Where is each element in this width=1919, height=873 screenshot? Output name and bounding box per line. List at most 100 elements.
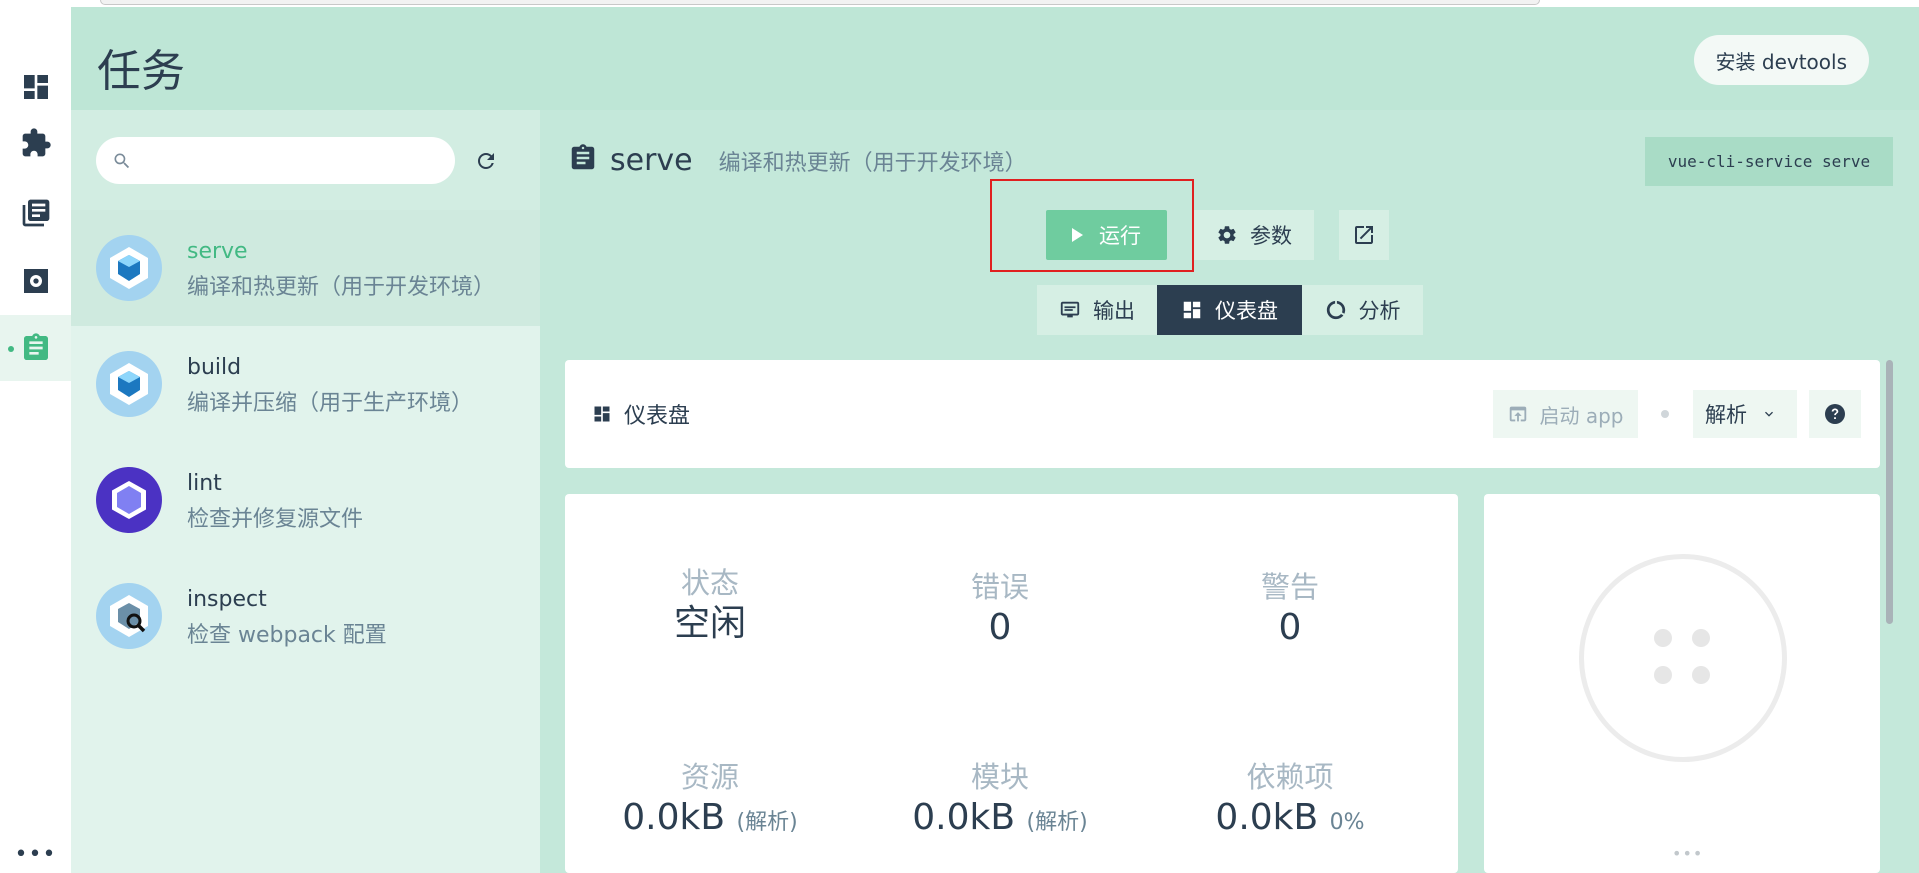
open-in-new-icon bbox=[1355, 226, 1373, 244]
dashboard-icon bbox=[23, 75, 48, 99]
stat-dependencies: 依赖项 0.0kB 0% bbox=[1145, 754, 1435, 845]
open-in-new-button[interactable] bbox=[1339, 210, 1389, 260]
task-detail-name: serve bbox=[610, 143, 693, 178]
task-name: inspect bbox=[187, 587, 267, 612]
parameters-button[interactable]: 参数 bbox=[1194, 210, 1314, 260]
install-devtools-button[interactable]: 安装 devtools bbox=[1693, 35, 1869, 85]
empty-placeholder-circle bbox=[1579, 554, 1787, 762]
stat-status: 状态 空闲 bbox=[565, 560, 855, 646]
stat-note: (解析) bbox=[736, 810, 798, 835]
nav-more-button[interactable]: ••• bbox=[0, 842, 71, 867]
task-name: build bbox=[187, 355, 242, 380]
stat-label: 错误 bbox=[970, 570, 1029, 604]
stat-value: 0.0kB bbox=[622, 797, 726, 838]
inspect-icon bbox=[96, 583, 162, 649]
launch-app-label: 启动 app bbox=[1539, 403, 1624, 428]
stat-value: 0.0kB bbox=[912, 797, 1016, 838]
placeholder-dot bbox=[1654, 666, 1672, 684]
task-search-bar bbox=[71, 110, 540, 210]
placeholder-dot bbox=[1654, 629, 1672, 647]
stat-label: 模块 bbox=[970, 760, 1029, 794]
task-description: 检查 webpack 配置 bbox=[187, 623, 387, 648]
placeholder-dot bbox=[1692, 629, 1710, 647]
task-item-serve[interactable]: serve 编译和热更新（用于开发环境） bbox=[71, 210, 540, 326]
left-nav: ••• bbox=[0, 7, 71, 873]
webpack-icon bbox=[96, 351, 162, 417]
placeholder-dot bbox=[1692, 666, 1710, 684]
chevron-down-icon bbox=[1765, 411, 1773, 417]
help-icon bbox=[1825, 404, 1845, 424]
tasks-icon bbox=[23, 333, 48, 360]
separator-dot bbox=[1661, 410, 1669, 418]
clipboard-icon bbox=[571, 144, 595, 170]
refresh-button[interactable] bbox=[471, 146, 501, 176]
stat-assets: 资源 0.0kB (解析) bbox=[565, 754, 855, 845]
side-card-more-button[interactable]: ••• bbox=[1672, 844, 1703, 863]
analyze-icon bbox=[1326, 300, 1345, 320]
stat-value: 0 bbox=[1278, 607, 1302, 648]
launch-app-button[interactable]: 启动 app bbox=[1493, 390, 1638, 438]
dashboard-icon bbox=[594, 406, 610, 422]
task-list-panel: serve 编译和热更新（用于开发环境） build 编译并压缩（用于生产环境）… bbox=[71, 110, 540, 873]
open-app-icon bbox=[1510, 406, 1527, 422]
help-button[interactable] bbox=[1809, 390, 1861, 438]
stat-label: 资源 bbox=[680, 760, 739, 794]
page-header: 任务 安装 devtools bbox=[71, 7, 1919, 110]
stat-warnings: 警告 0 bbox=[1145, 564, 1435, 650]
task-name: lint bbox=[187, 471, 222, 496]
nav-dependencies[interactable] bbox=[0, 180, 71, 246]
dashboard-icon bbox=[1183, 301, 1201, 319]
task-item-inspect[interactable]: inspect 检查 webpack 配置 bbox=[71, 558, 540, 674]
output-icon bbox=[1060, 301, 1080, 318]
nav-tasks[interactable] bbox=[0, 315, 71, 381]
run-button-label: 运行 bbox=[1099, 224, 1141, 248]
mode-select[interactable]: 解析 bbox=[1693, 390, 1797, 438]
address-bar-edge bbox=[100, 0, 1540, 5]
task-search-input[interactable] bbox=[96, 137, 455, 184]
webpack-icon bbox=[96, 235, 162, 301]
browser-chrome-strip bbox=[0, 0, 1919, 7]
main-scrollbar[interactable] bbox=[1886, 360, 1893, 624]
eslint-icon bbox=[96, 467, 162, 533]
active-indicator-dot bbox=[8, 346, 14, 352]
tab-output[interactable]: 输出 bbox=[1037, 285, 1157, 335]
task-item-lint[interactable]: lint 检查并修复源文件 bbox=[71, 442, 540, 558]
speed-stats-card: ••• bbox=[1484, 494, 1880, 873]
nav-configuration[interactable] bbox=[0, 248, 71, 314]
task-item-build[interactable]: build 编译并压缩（用于生产环境） bbox=[71, 326, 540, 442]
tab-dashboard[interactable]: 仪表盘 bbox=[1157, 285, 1302, 335]
task-description: 编译和热更新（用于开发环境） bbox=[187, 275, 496, 300]
task-detail-header: serve 编译和热更新（用于开发环境） bbox=[568, 138, 1027, 178]
dependencies-icon bbox=[22, 199, 49, 227]
tab-analyze[interactable]: 分析 bbox=[1302, 285, 1423, 335]
stat-errors: 错误 0 bbox=[855, 564, 1145, 650]
run-button[interactable]: 运行 bbox=[1046, 210, 1167, 260]
stat-value: 0.0kB bbox=[1215, 797, 1319, 838]
refresh-icon bbox=[478, 153, 494, 169]
stat-label: 警告 bbox=[1260, 570, 1319, 604]
task-description: 检查并修复源文件 bbox=[187, 507, 364, 532]
gear-icon bbox=[1218, 226, 1236, 244]
task-detail: serve 编译和热更新（用于开发环境） vue-cli-service ser… bbox=[540, 110, 1919, 873]
config-icon bbox=[23, 269, 48, 293]
dashboard-title: 仪表盘 bbox=[592, 398, 690, 430]
parameters-button-label: 参数 bbox=[1250, 224, 1292, 248]
stat-note: 0% bbox=[1329, 810, 1365, 835]
task-detail-description: 编译和热更新（用于开发环境） bbox=[718, 151, 1027, 176]
dashboard-title-text: 仪表盘 bbox=[624, 404, 691, 429]
task-view-tabs: 输出 仪表盘 分析 bbox=[1037, 285, 1423, 335]
task-name: serve bbox=[187, 239, 248, 264]
plugin-icon bbox=[22, 128, 51, 157]
mode-select-value: 解析 bbox=[1705, 403, 1747, 427]
stat-value: 空闲 bbox=[673, 603, 746, 644]
dashboard-toolbar: 仪表盘 启动 app 解析 bbox=[565, 360, 1880, 468]
play-icon bbox=[1072, 228, 1083, 242]
stat-label: 状态 bbox=[680, 566, 739, 600]
tab-dashboard-label: 仪表盘 bbox=[1215, 299, 1278, 323]
tab-analyze-label: 分析 bbox=[1358, 299, 1401, 323]
nav-plugins[interactable] bbox=[0, 110, 71, 176]
tab-output-label: 输出 bbox=[1093, 299, 1135, 323]
task-description: 编译并压缩（用于生产环境） bbox=[187, 391, 474, 416]
stat-note: (解析) bbox=[1026, 810, 1088, 835]
stat-modules: 模块 0.0kB (解析) bbox=[855, 754, 1145, 845]
